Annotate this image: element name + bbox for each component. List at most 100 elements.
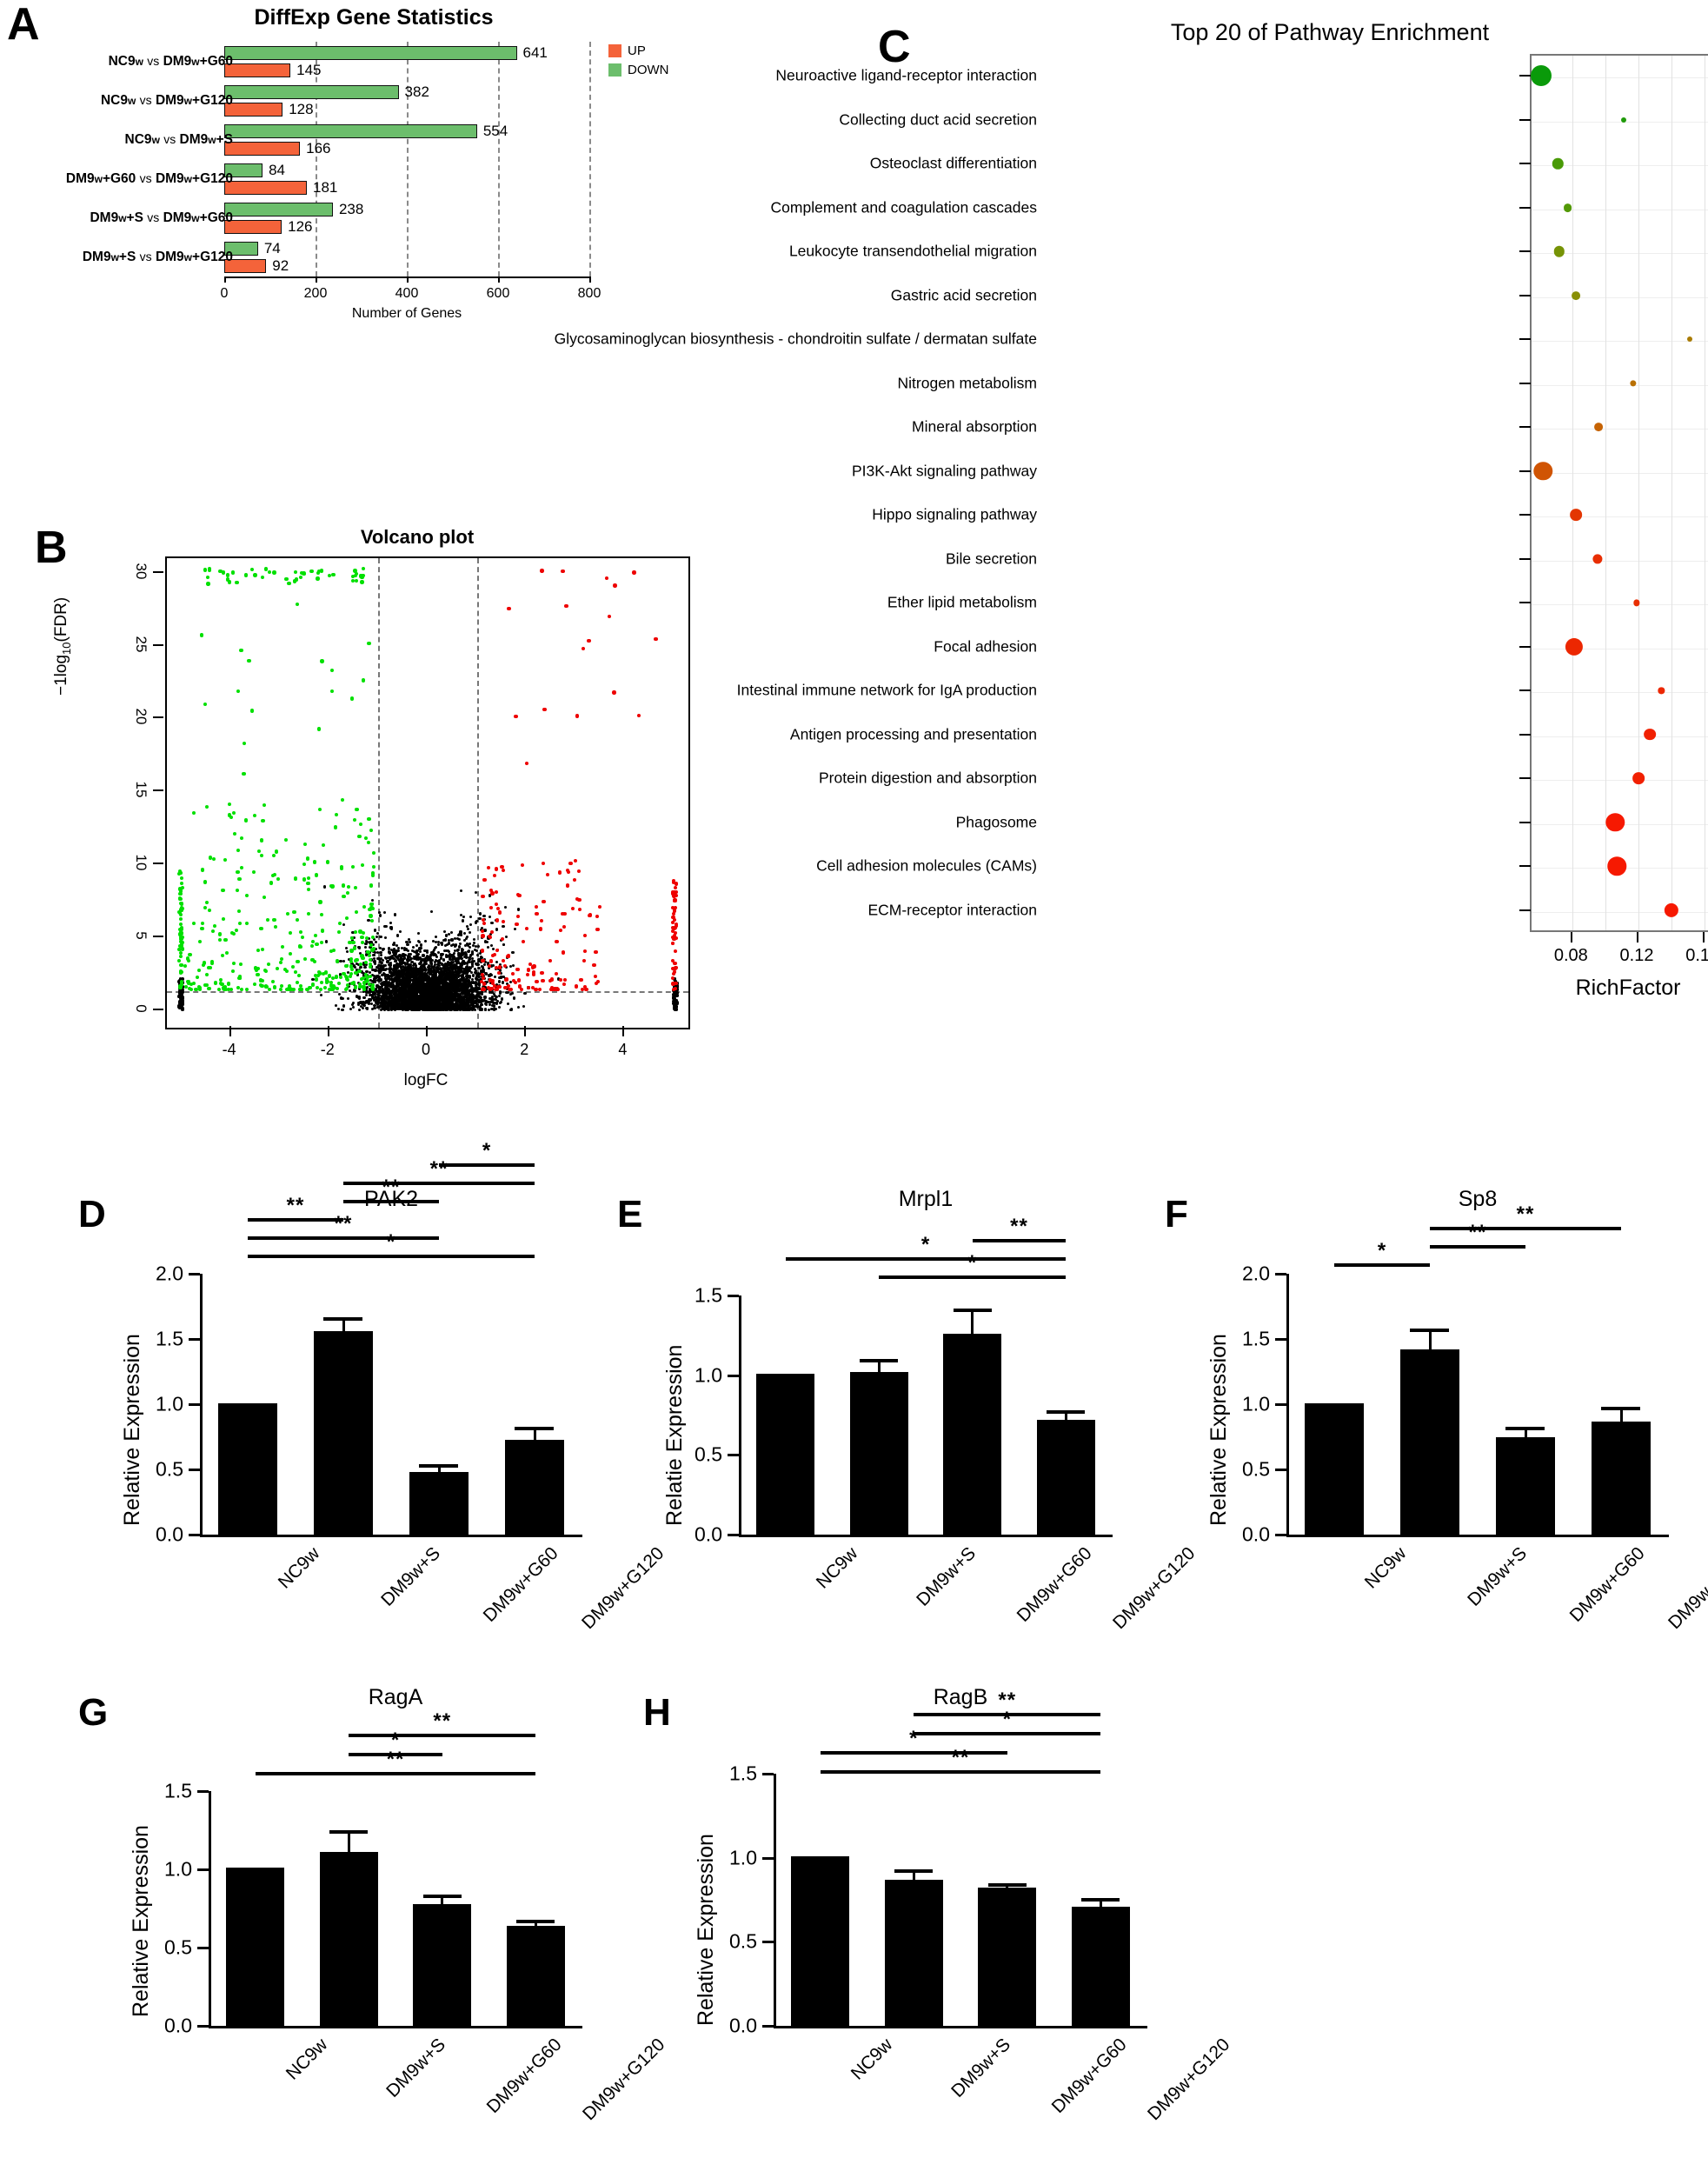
panel-b-data-point: [298, 929, 302, 935]
panel-b-data-point: [464, 967, 468, 970]
panel-b-data-point: [455, 965, 459, 969]
panel-b-data-point: [435, 935, 438, 938]
panel-b-data-point: [383, 936, 388, 940]
panel-b-data-point: [359, 965, 362, 969]
panel-b-data-point: [477, 999, 481, 1002]
panel-b-data-point: [287, 581, 291, 586]
panel-b-data-point: [272, 918, 276, 922]
panel-b-data-point: [494, 867, 498, 871]
panel-b-data-point: [468, 969, 471, 973]
panel-b-data-point: [471, 996, 475, 999]
panel-b-data-point: [355, 578, 359, 583]
panel-b-data-point: [236, 909, 242, 914]
panel-b-data-point: [351, 1005, 356, 1009]
panel-b-data-point: [358, 962, 362, 966]
panel-b-data-point: [178, 896, 183, 901]
panel-b-data-point: [321, 843, 325, 847]
panel-b-data-point: [397, 993, 401, 997]
panel-b-data-point: [339, 866, 343, 870]
panel-b-data-point: [463, 950, 467, 954]
panel-b-data-point: [479, 912, 482, 916]
panel-b-data-point: [378, 960, 382, 963]
panel-b-data-point: [307, 887, 311, 892]
panel-a-value-down: 84: [269, 161, 286, 178]
panel-b-data-point: [284, 577, 289, 582]
panel-b-data-point: [451, 954, 455, 957]
panel-b-data-point: [329, 983, 333, 988]
panel-a-x-tick-label: 400: [395, 286, 419, 301]
panel-b-data-point: [413, 972, 417, 976]
panel-b-data-point: [370, 982, 375, 987]
panel-b-data-point: [349, 696, 355, 701]
panel-b-data-point: [512, 996, 515, 1000]
panel-b-data-point: [398, 929, 402, 933]
panel-b-data-point: [460, 1000, 464, 1003]
panel-b-data-point: [498, 984, 502, 989]
panel-b-data-point: [478, 1008, 482, 1011]
panel-b-data-point: [360, 935, 364, 939]
panel-b-data-point: [361, 930, 365, 936]
panel-b-data-point: [342, 883, 346, 888]
panel-b-data-point: [498, 910, 502, 915]
panel-b-data-point: [321, 971, 325, 976]
panel-b-data-point: [265, 917, 270, 922]
panel-b-data-point: [469, 915, 473, 918]
panel-b-data-point: [421, 996, 424, 1000]
panel-a-row-label: DM9w+S vs DM9w+G120: [82, 249, 233, 264]
panel-b-data-point: [203, 703, 207, 707]
legend-label-down: DOWN: [628, 63, 669, 77]
panel-b-data-point: [196, 975, 200, 980]
panel-b-data-point: [516, 908, 520, 911]
panel-b-data-point: [577, 897, 582, 902]
panel-b-data-point: [468, 942, 471, 945]
panel-b-data-point: [459, 889, 462, 892]
panel-b-data-point: [267, 962, 271, 966]
panel-b-data-point: [351, 941, 356, 945]
panel-b-data-point: [362, 1001, 365, 1004]
panel-b-data-point: [261, 819, 265, 823]
panel-b-data-point: [351, 981, 356, 985]
panel-b-data-point: [263, 983, 268, 989]
panel-b-data-point: [232, 811, 236, 816]
panel-b-data-point: [226, 982, 230, 986]
panel-a-x-tick: [316, 276, 317, 283]
panel-b-data-point: [488, 906, 494, 910]
panel-b-data-point: [217, 938, 222, 942]
panel-b-data-point: [335, 975, 339, 979]
panel-b-data-point: [223, 938, 228, 942]
panel-b-data-point: [355, 807, 359, 811]
panel-b-data-point: [495, 1001, 498, 1004]
panel-b-data-point: [357, 835, 362, 839]
panel-b-data-point: [379, 936, 382, 939]
panel-b-data-point: [315, 942, 319, 946]
panel-b-data-point: [374, 997, 377, 1002]
panel-b-data-point: [472, 941, 475, 945]
panel-b-data-point: [249, 709, 255, 713]
panel-b-data-point: [194, 988, 198, 992]
panel-b-data-point: [297, 973, 302, 977]
panel-b-data-point: [295, 981, 299, 985]
panel-a-value-up: 92: [272, 256, 289, 274]
panel-b-data-point: [296, 917, 300, 922]
panel-b-data-point: [267, 569, 271, 575]
panel-b-plot-area: [165, 556, 690, 1029]
panel-b-data-point: [221, 570, 226, 575]
panel-b-data-point: [327, 573, 331, 577]
panel-b-data-point: [352, 964, 356, 968]
panel-b-data-point: [221, 889, 225, 893]
panel-b-data-point: [231, 969, 236, 973]
panel-b-data-point: [320, 929, 324, 933]
panel-a-bar-down: [224, 202, 333, 216]
panel-b-data-point: [558, 928, 562, 932]
panel-b-data-point: [476, 971, 481, 975]
panel-b-data-point: [306, 876, 311, 881]
panel-a-value-down: 554: [482, 122, 508, 139]
panel-b-data-point: [353, 946, 357, 950]
panel-b-data-point: [334, 825, 338, 829]
panel-b-data-point: [302, 863, 307, 867]
panel-b-data-point: [387, 956, 390, 959]
panel-b-data-point: [504, 990, 508, 995]
panel-b-data-point: [458, 969, 462, 972]
panel-b-data-point: [419, 943, 422, 947]
panel-b-data-point: [273, 985, 277, 989]
